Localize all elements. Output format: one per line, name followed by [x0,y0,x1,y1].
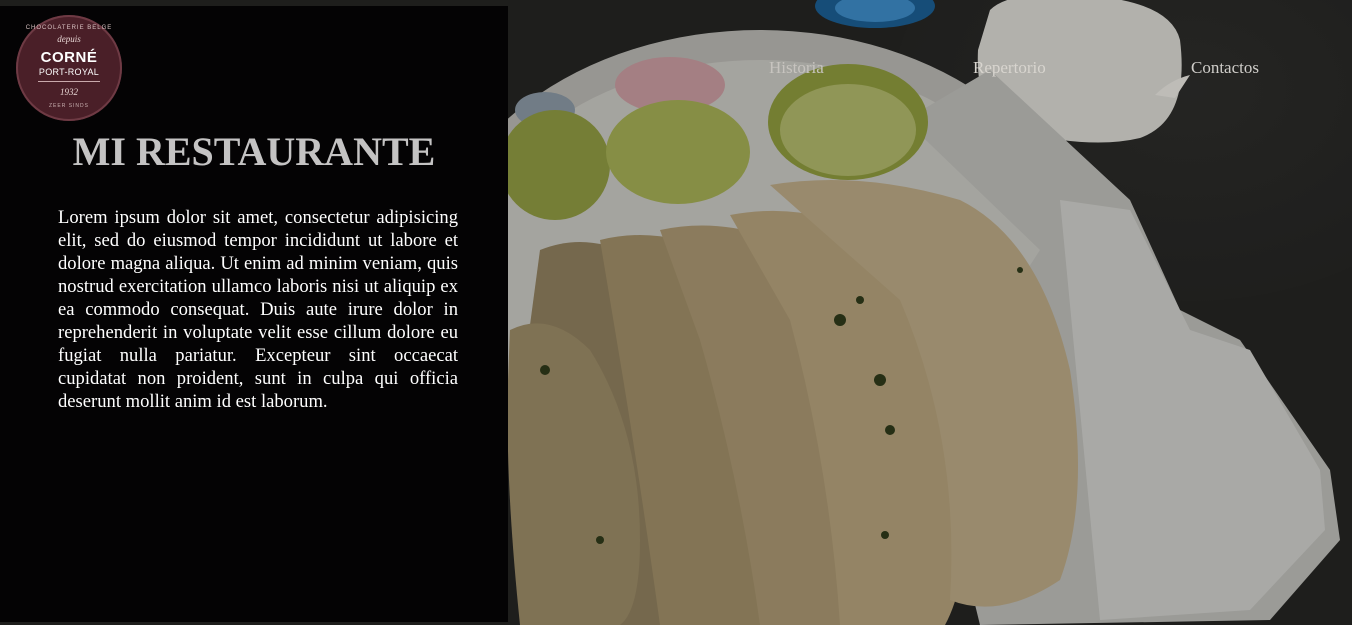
logo-brand-text: CORNÉ [40,49,98,66]
nav-link-contactos[interactable]: Contactos [1191,58,1259,78]
logo-sub-text: PORT-ROYAL [38,67,100,77]
logo-ring-top-text: CHOCOLATERIE BELGE [25,25,113,31]
logo-ring-bottom-text: ZEER SINDS [48,103,89,109]
logo-depuis-text: depuis [57,34,81,44]
nav-link-repertorio[interactable]: Repertorio [973,58,1046,78]
brand-logo[interactable]: CHOCOLATERIE BELGE depuis CORNÉ PORT-ROY… [16,15,122,121]
nav-link-historia[interactable]: Historia [769,58,824,78]
page-title: MI RESTAURANTE [72,129,436,174]
logo-year-text: 1932 [60,87,78,97]
intro-paragraph: Lorem ipsum dolor sit amet, consectetur … [58,207,458,412]
page: CHOCOLATERIE BELGE depuis CORNÉ PORT-ROY… [0,0,1352,625]
intro-panel: CHOCOLATERIE BELGE depuis CORNÉ PORT-ROY… [0,6,508,622]
logo-divider [38,81,100,82]
